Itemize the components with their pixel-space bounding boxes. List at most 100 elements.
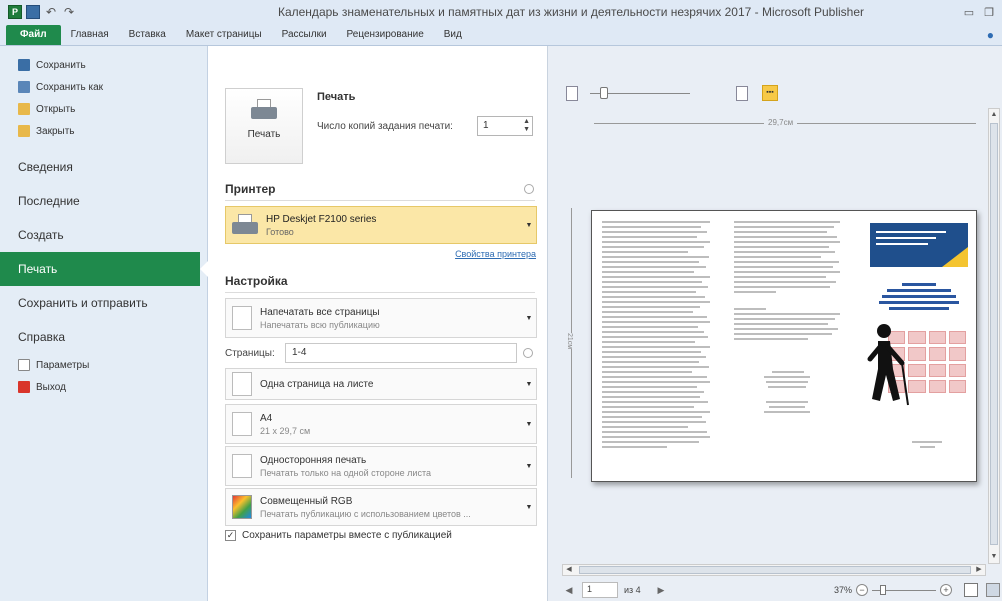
zoom-control: 37% − +	[834, 583, 1000, 597]
print-range-sub: Напечатать всю публикацию	[260, 319, 380, 330]
width-label: 29,7см	[764, 118, 798, 127]
pages-label: Страницы:	[225, 347, 275, 359]
tab-mailings[interactable]: Рассылки	[272, 25, 337, 45]
horizontal-scrollbar[interactable]: ◀ ▶	[562, 564, 986, 576]
copies-label: Число копий задания печати:	[317, 121, 453, 132]
redo-icon[interactable]: ↷	[62, 5, 76, 19]
scroll-left-icon[interactable]: ◀	[563, 565, 575, 575]
save-params-row: ✓ Сохранить параметры вместе с публикаци…	[225, 530, 452, 541]
horizontal-scroll-thumb[interactable]	[579, 566, 971, 574]
chevron-down-icon: ▼	[525, 314, 533, 322]
paper-size-select[interactable]: A4 21 x 29,7 см ▼	[225, 404, 537, 444]
chevron-down-icon: ▼	[525, 221, 533, 229]
publisher-logo-icon[interactable]: P	[8, 5, 22, 19]
restore-icon[interactable]: ❐	[984, 6, 994, 19]
chevron-down-icon: ▼	[525, 462, 533, 470]
scroll-up-icon[interactable]: ▲	[989, 109, 999, 121]
duplex-select[interactable]: Односторонняя печать Печатать только на …	[225, 446, 537, 486]
duplex-sub: Печатать только на одной стороне листа	[260, 467, 431, 478]
zoom-out-icon[interactable]: −	[856, 584, 868, 596]
pages-input[interactable]: 1-4	[285, 343, 517, 363]
print-settings-pane: Печать Печать Число копий задания печати…	[209, 46, 546, 601]
nav-options[interactable]: Параметры	[0, 354, 207, 376]
chevron-down-icon: ▼	[525, 503, 533, 511]
nav-help[interactable]: Справка	[0, 320, 207, 354]
pages-per-sheet-select[interactable]: Одна страница на листе ▼	[225, 368, 537, 400]
open-folder-icon	[18, 103, 30, 115]
nav-save[interactable]: Сохранить	[0, 54, 207, 76]
minimize-icon[interactable]: ▭	[964, 6, 974, 19]
sheet-slider-thumb[interactable]	[600, 87, 608, 99]
vertical-scrollbar[interactable]: ▲ ▼	[988, 108, 1000, 564]
printer-icon	[232, 214, 260, 236]
blind-person-with-cane-icon	[867, 324, 909, 406]
nav-new[interactable]: Создать	[0, 218, 207, 252]
tab-review[interactable]: Рецензирование	[337, 25, 434, 45]
save-as-icon	[18, 81, 30, 93]
help-icon[interactable]: ●	[987, 25, 1002, 45]
nav-close-label: Закрыть	[36, 125, 75, 137]
printer-select[interactable]: HP Deskjet F2100 series Готово ▼	[225, 206, 537, 244]
tab-page-layout[interactable]: Макет страницы	[176, 25, 272, 45]
page-range-icon	[232, 306, 252, 330]
quick-access-toolbar: P ↶ ↷	[0, 5, 200, 19]
zoom-slider-thumb[interactable]	[880, 584, 886, 595]
options-icon	[18, 359, 30, 371]
info-icon[interactable]	[523, 348, 533, 358]
nav-info[interactable]: Сведения	[0, 150, 207, 184]
nav-open[interactable]: Открыть	[0, 98, 207, 120]
previous-page-icon[interactable]: ◀	[562, 585, 576, 596]
save-params-checkbox[interactable]: ✓	[225, 530, 236, 541]
page-number-input[interactable]: 1	[582, 582, 618, 598]
save-icon[interactable]	[26, 5, 40, 19]
nav-save-as-label: Сохранить как	[36, 81, 104, 93]
one-sided-print-icon	[232, 454, 252, 478]
nav-save-label: Сохранить	[36, 59, 86, 71]
print-range-select[interactable]: Напечатать все страницы Напечатать всю п…	[225, 298, 537, 338]
scroll-down-icon[interactable]: ▼	[989, 551, 999, 563]
nav-recent[interactable]: Последние	[0, 184, 207, 218]
tab-file[interactable]: Файл	[6, 25, 61, 45]
nav-print[interactable]: Печать	[0, 252, 208, 286]
height-label: 21см	[566, 333, 573, 350]
paper-size-icon	[232, 412, 252, 436]
page-view-icon[interactable]	[736, 86, 748, 101]
info-icon[interactable]	[524, 184, 534, 194]
save-icon	[18, 59, 30, 71]
preview-zoom-bar: ▪▪▪	[566, 84, 996, 104]
height-dimension: 21см	[566, 208, 576, 478]
nav-save-as[interactable]: Сохранить как	[0, 76, 207, 98]
printer-icon	[249, 99, 279, 123]
print-button[interactable]: Печать	[225, 88, 303, 164]
rgb-color-icon	[232, 495, 252, 519]
tab-view[interactable]: Вид	[434, 25, 472, 45]
spin-arrows-icon[interactable]: ▲ ▼	[523, 118, 530, 134]
one-page-per-sheet-icon	[232, 372, 252, 396]
vertical-scroll-thumb[interactable]	[990, 123, 998, 545]
copies-stepper[interactable]: 1 ▲ ▼	[477, 116, 533, 136]
nav-exit[interactable]: Выход	[0, 376, 207, 398]
printer-properties-link[interactable]: Свойства принтера	[455, 249, 536, 259]
fit-to-window-icon[interactable]	[964, 583, 978, 597]
next-page-icon[interactable]: ▶	[654, 585, 668, 596]
printer-status: Готово	[266, 226, 294, 237]
single-page-icon[interactable]	[566, 86, 578, 101]
tab-home[interactable]: Главная	[61, 25, 119, 45]
text-column-2	[734, 221, 840, 416]
scroll-right-icon[interactable]: ▶	[973, 565, 985, 575]
chevron-down-icon: ▼	[525, 380, 533, 388]
ribbon-tabs: Файл Главная Вставка Макет страницы Расс…	[0, 24, 1002, 46]
multiple-pages-icon[interactable]: ▪▪▪	[762, 85, 778, 101]
view-options-icon[interactable]	[986, 583, 1000, 597]
zoom-slider[interactable]	[872, 584, 936, 595]
zoom-in-icon[interactable]: +	[940, 584, 952, 596]
nav-save-send[interactable]: Сохранить и отправить	[0, 286, 207, 320]
nav-close[interactable]: Закрыть	[0, 120, 207, 142]
nav-options-label: Параметры	[36, 359, 90, 371]
tab-insert[interactable]: Вставка	[119, 25, 176, 45]
undo-icon[interactable]: ↶	[44, 5, 58, 19]
brochure-title-block	[876, 283, 962, 313]
color-mode-select[interactable]: Совмещенный RGB Печатать публикацию с ис…	[225, 488, 537, 526]
printer-divider	[225, 200, 535, 201]
printer-heading: Принтер	[225, 182, 276, 196]
